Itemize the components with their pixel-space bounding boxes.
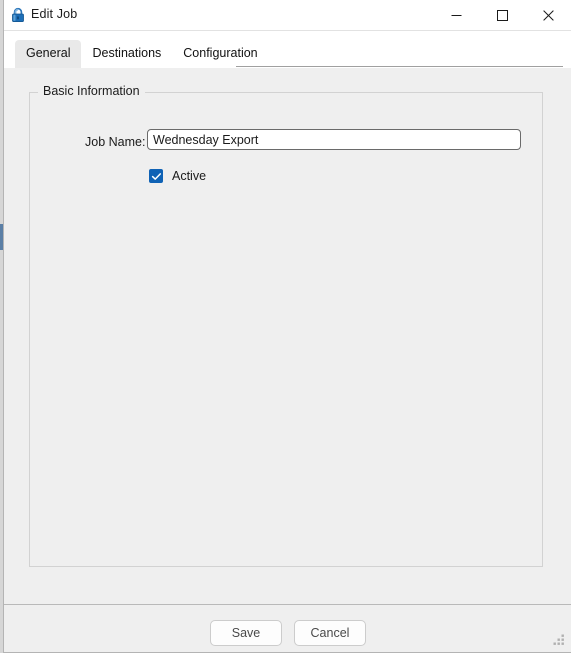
tab-destinations[interactable]: Destinations bbox=[81, 40, 172, 68]
minimize-button[interactable] bbox=[434, 0, 479, 31]
basic-information-groupbox bbox=[29, 92, 543, 567]
cancel-button[interactable]: Cancel bbox=[294, 620, 366, 646]
title-bar[interactable]: Edit Job bbox=[4, 0, 571, 31]
window-title: Edit Job bbox=[31, 7, 78, 21]
tab-general[interactable]: General bbox=[15, 40, 82, 68]
close-button[interactable] bbox=[526, 0, 571, 31]
tab-configuration[interactable]: Configuration bbox=[172, 40, 268, 68]
lock-icon bbox=[9, 6, 27, 24]
tab-strip: General Destinations Configuration bbox=[4, 31, 571, 68]
edit-job-dialog: Edit Job General Destinations Configurat… bbox=[3, 0, 571, 653]
close-icon bbox=[543, 10, 554, 21]
resize-grip-icon bbox=[553, 634, 564, 645]
job-name-label: Job Name: bbox=[85, 135, 146, 149]
basic-information-legend: Basic Information bbox=[38, 84, 145, 98]
general-tab-panel: Basic Information Job Name: Active bbox=[4, 68, 571, 604]
checkmark-icon bbox=[151, 172, 161, 180]
active-checkbox[interactable] bbox=[149, 169, 163, 183]
maximize-button[interactable] bbox=[480, 0, 525, 31]
active-checkbox-row[interactable]: Active bbox=[149, 169, 206, 183]
footer-bar: Save Cancel bbox=[4, 604, 571, 652]
job-name-input[interactable] bbox=[147, 129, 521, 150]
maximize-icon bbox=[497, 10, 508, 21]
minimize-icon bbox=[451, 15, 462, 16]
active-checkbox-label: Active bbox=[172, 169, 207, 183]
resize-grip[interactable] bbox=[552, 632, 566, 646]
tab-strip-underline bbox=[236, 66, 563, 67]
footer-button-group: Save Cancel bbox=[210, 620, 366, 646]
save-button[interactable]: Save bbox=[210, 620, 282, 646]
tab-list: General Destinations Configuration bbox=[15, 37, 269, 68]
